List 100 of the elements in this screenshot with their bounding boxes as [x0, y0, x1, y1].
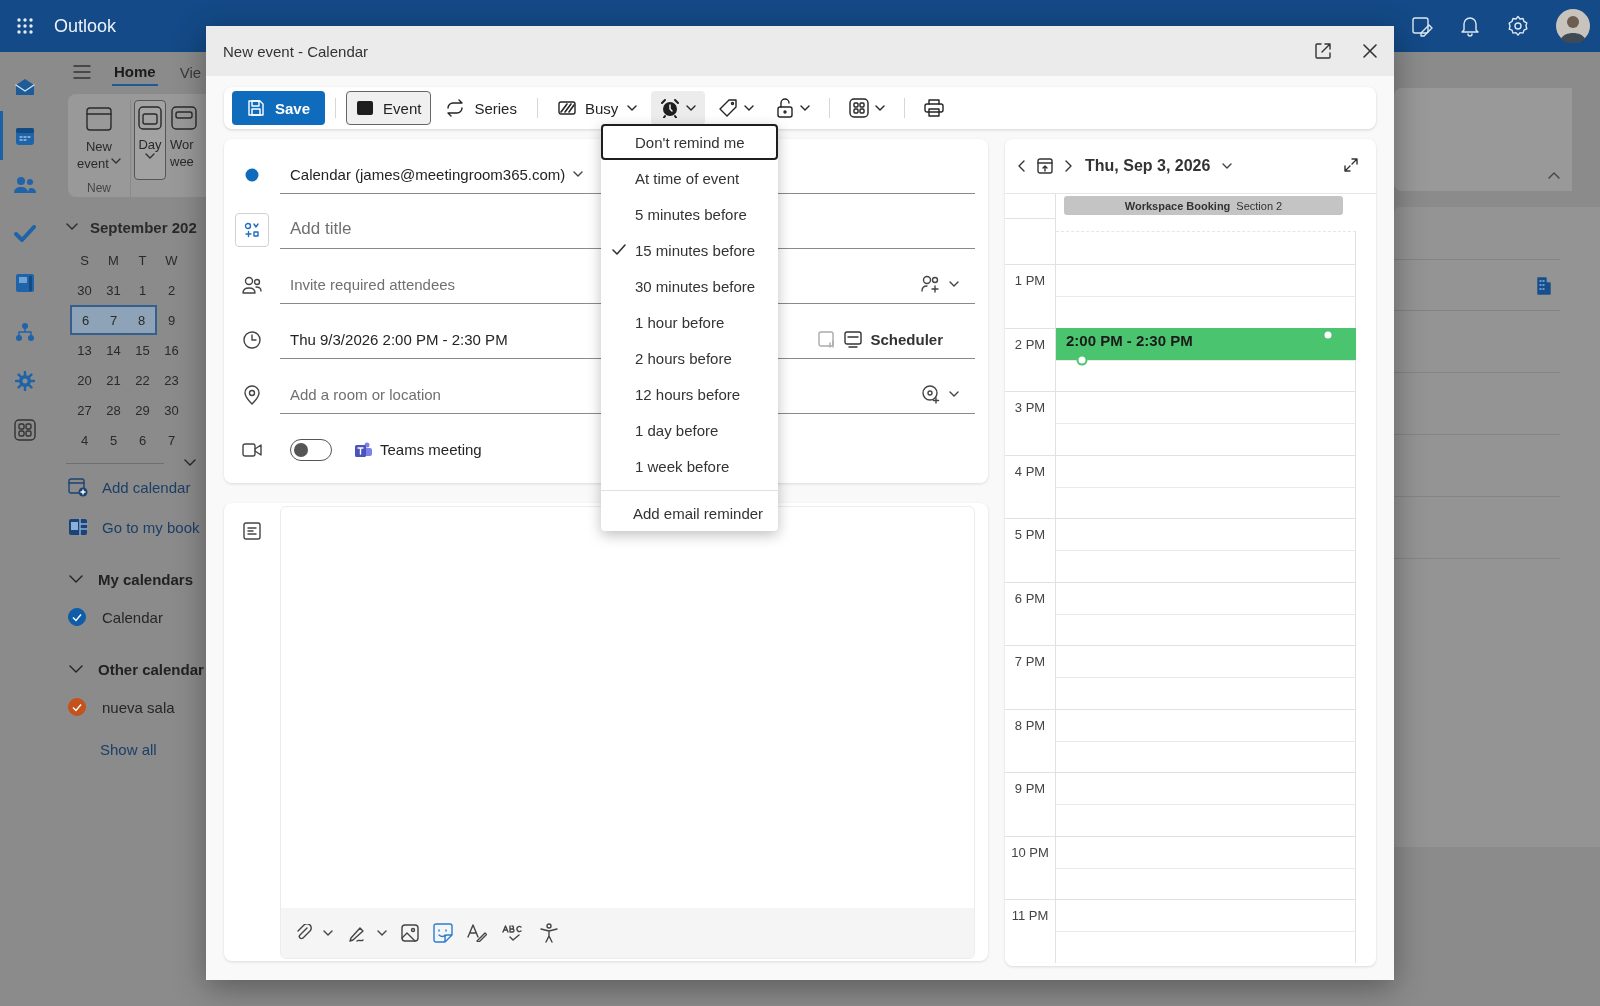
calendar-checkbox[interactable]: [68, 698, 86, 716]
pop-out-icon[interactable]: [1314, 42, 1332, 60]
menu-item[interactable]: 1 day before: [601, 412, 778, 448]
series-button[interactable]: Series: [435, 91, 527, 125]
sidebar-link[interactable]: Add calendar: [102, 478, 191, 496]
scheduler-button[interactable]: Scheduler: [870, 330, 943, 348]
mail-icon[interactable]: [14, 76, 36, 97]
save-button[interactable]: Save: [232, 91, 326, 125]
menu-item[interactable]: 1 week before: [601, 448, 778, 484]
calendar-checkbox[interactable]: [68, 608, 86, 626]
chevron-icon[interactable]: [68, 574, 84, 584]
all-day-event[interactable]: Workspace Booking Section 2: [1064, 196, 1343, 215]
menu-item[interactable]: 12 hours before: [601, 376, 778, 412]
apps-icon[interactable]: [14, 418, 36, 441]
chevron-icon[interactable]: [184, 459, 196, 467]
calendar-day[interactable]: 7: [99, 305, 128, 335]
calendar-day[interactable]: 8: [128, 305, 157, 335]
menu-item[interactable]: 5 minutes before: [601, 196, 778, 232]
bookings-icon[interactable]: [15, 272, 35, 293]
hour-label: 3 PM: [1005, 391, 1056, 455]
calendar-day[interactable]: 9: [157, 305, 186, 335]
calendar-day[interactable]: 2: [157, 275, 186, 305]
resize-handle[interactable]: [1076, 353, 1088, 366]
calendar-day[interactable]: 30: [157, 395, 186, 425]
today-icon[interactable]: [1037, 158, 1053, 174]
chevron-icon[interactable]: [66, 223, 78, 231]
calendar-day[interactable]: 22: [128, 365, 157, 395]
calendar-day[interactable]: 29: [128, 395, 157, 425]
tag-icon: [718, 98, 739, 118]
menu-item[interactable]: Don't remind me: [601, 124, 778, 160]
caret-icon: [949, 281, 959, 287]
checkmark-icon[interactable]: [14, 224, 36, 243]
calendar-day[interactable]: 31: [99, 275, 128, 305]
calendar-day[interactable]: 7: [157, 425, 186, 455]
calendar-day[interactable]: 23: [157, 365, 186, 395]
calendar-day[interactable]: 4: [70, 425, 99, 455]
sidebar-link[interactable]: Go to my book: [102, 518, 200, 536]
menu-item[interactable]: 1 hour before: [601, 304, 778, 340]
calendar-icon[interactable]: [15, 125, 35, 146]
attach-icon[interactable]: [295, 924, 313, 942]
show-all-link[interactable]: Show all: [100, 741, 206, 758]
calendar-day[interactable]: 6: [70, 305, 99, 335]
caret-icon: [627, 105, 638, 111]
calendar-day[interactable]: 14: [99, 335, 128, 365]
ribbon-button[interactable]: New event: [72, 100, 126, 180]
menu-item[interactable]: 15 minutes before: [601, 232, 778, 268]
app-launcher-icon[interactable]: [16, 17, 34, 35]
calendar-day[interactable]: 1: [128, 275, 157, 305]
caret-icon: [1222, 163, 1233, 169]
month-title[interactable]: September 202: [90, 218, 197, 236]
menu-item[interactable]: 2 hours before: [601, 340, 778, 376]
menu-icon[interactable]: [72, 64, 92, 80]
calendar-day[interactable]: 15: [128, 335, 157, 365]
group-heading[interactable]: My calendars: [98, 570, 194, 588]
ribbon-tab[interactable]: Home: [112, 58, 158, 86]
save-icon: [247, 99, 265, 117]
calendar-day[interactable]: 21: [99, 365, 128, 395]
menu-item[interactable]: At time of event: [601, 160, 778, 196]
calendar-day[interactable]: 5: [99, 425, 128, 455]
ribbon-button[interactable]: Day: [134, 100, 166, 180]
group-heading[interactable]: Other calendar: [98, 660, 204, 678]
caret-icon: [145, 153, 155, 159]
event-button[interactable]: Event: [346, 91, 432, 125]
calendar-day[interactable]: 27: [70, 395, 99, 425]
sticker-icon[interactable]: [433, 923, 453, 943]
avatar[interactable]: [1556, 9, 1590, 43]
chevron-up-icon[interactable]: [1548, 171, 1560, 179]
calendar-day[interactable]: 28: [99, 395, 128, 425]
accessibility-icon[interactable]: [539, 923, 559, 943]
calendar-day[interactable]: 6: [128, 425, 157, 455]
title-icon[interactable]: [235, 212, 269, 247]
text-format-icon[interactable]: [467, 924, 487, 942]
expand-icon[interactable]: [1344, 157, 1358, 172]
menu-item[interactable]: 30 minutes before: [601, 268, 778, 304]
calendar-name[interactable]: Calendar: [102, 608, 163, 626]
date-picker[interactable]: Thu, Sep 3, 2026: [1085, 157, 1211, 175]
bell-icon[interactable]: [1460, 15, 1480, 37]
show-as-dropdown[interactable]: Busy: [547, 91, 648, 125]
calendar-day[interactable]: 13: [70, 335, 99, 365]
resize-handle[interactable]: [1322, 328, 1334, 341]
calendar-day[interactable]: 16: [157, 335, 186, 365]
notes-icon: [243, 522, 261, 540]
reminder-dropdown[interactable]: [651, 91, 706, 125]
menu-item[interactable]: Add email reminder: [601, 495, 778, 531]
calendar-day[interactable]: 30: [70, 275, 99, 305]
chevron-left-icon[interactable]: [1017, 160, 1025, 172]
image-icon[interactable]: [401, 924, 419, 942]
settings-icon[interactable]: [1507, 15, 1529, 37]
chevron-right-icon[interactable]: [1065, 160, 1073, 172]
weekday-label: S: [79, 251, 90, 270]
time-slot[interactable]: 2:00 PM - 2:30 PM: [1056, 327, 1356, 391]
chevron-icon[interactable]: [68, 664, 84, 674]
note-edit-icon[interactable]: [1411, 15, 1433, 37]
calendar-day[interactable]: 20: [70, 365, 99, 395]
close-icon[interactable]: [1362, 43, 1378, 59]
calendar-name[interactable]: nueva sala: [102, 698, 175, 716]
teams-icon: [354, 440, 372, 459]
ribbon-button[interactable]: Wor wee: [169, 100, 199, 180]
ribbon-tab[interactable]: Vie: [177, 59, 204, 85]
calendar-event[interactable]: 2:00 PM - 2:30 PM: [1056, 327, 1356, 360]
